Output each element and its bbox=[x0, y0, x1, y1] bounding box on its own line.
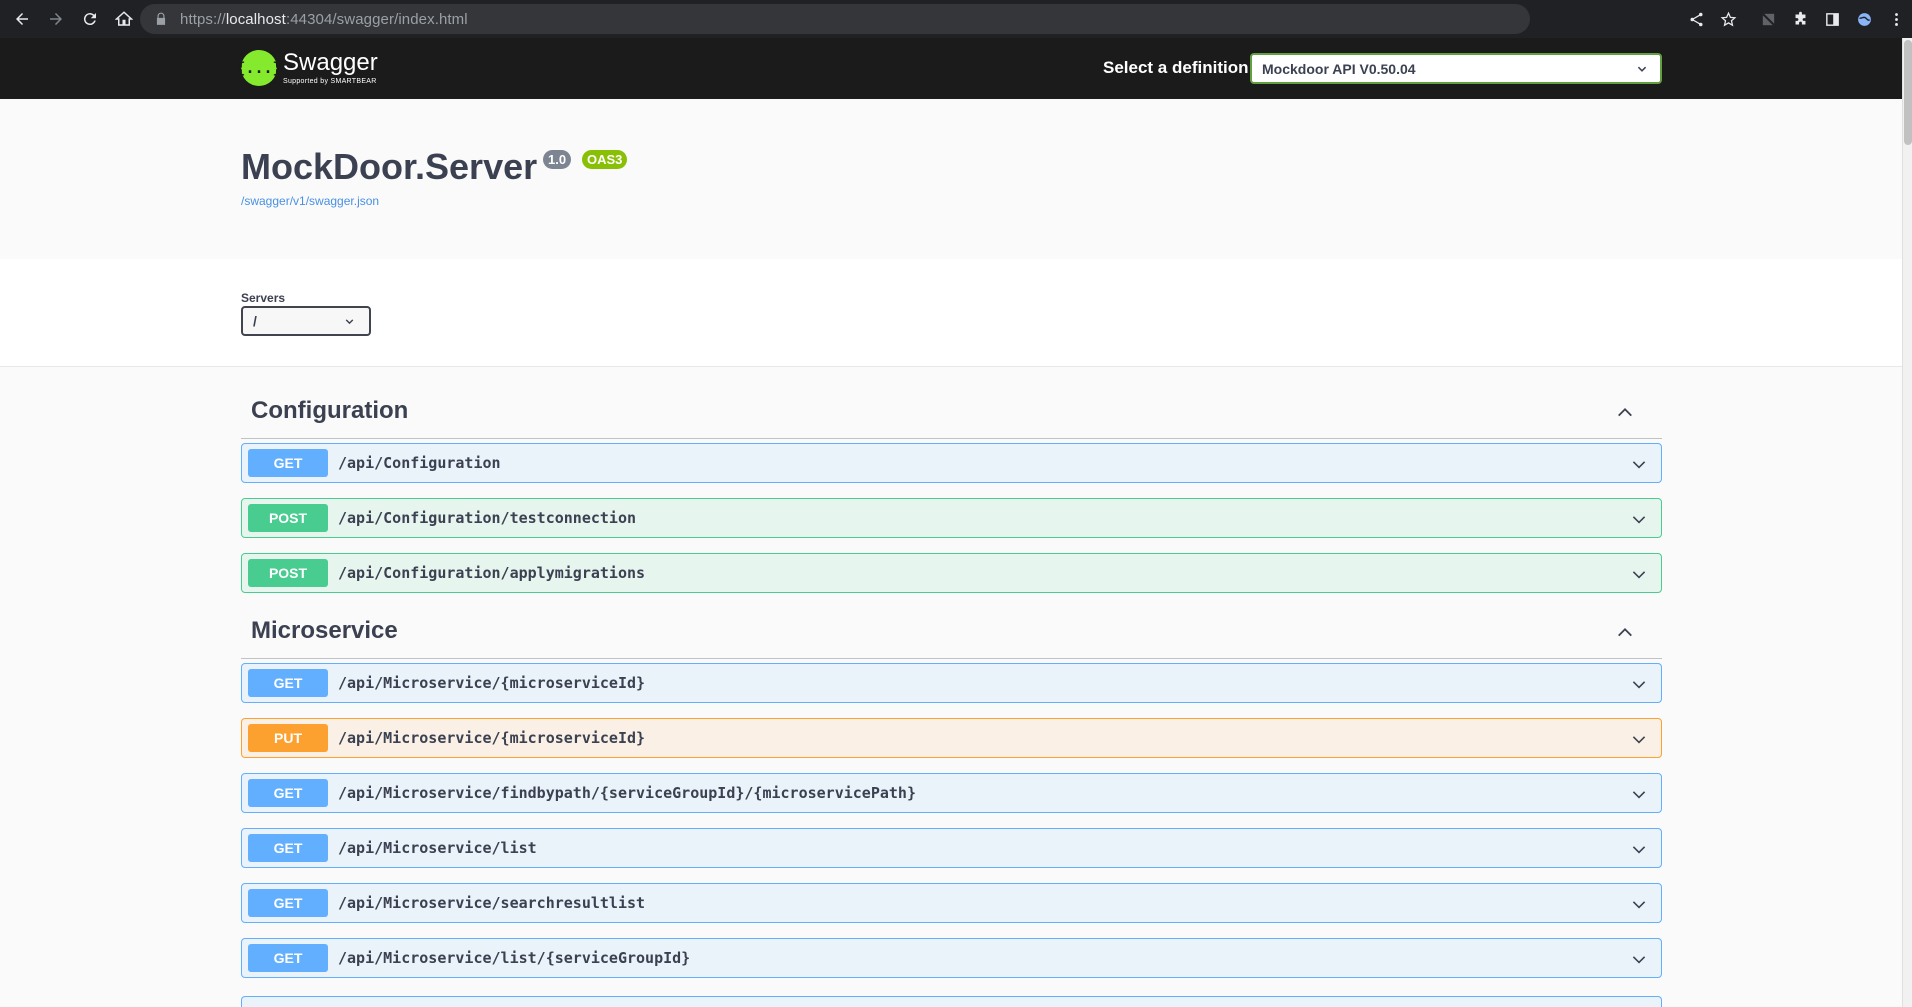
tag-name: Configuration bbox=[251, 397, 409, 424]
operation-path: /api/Microservice/list/{serviceGroupId} bbox=[338, 949, 691, 967]
browser-actions bbox=[1680, 0, 1912, 38]
servers-section: Servers / bbox=[0, 259, 1902, 367]
oas-badge: OAS3 bbox=[582, 150, 628, 169]
url-text: https://localhost:44304/swagger/index.ht… bbox=[180, 10, 468, 28]
profile-avatar-icon[interactable] bbox=[1848, 3, 1880, 35]
spec-link[interactable]: /swagger/v1/swagger.json bbox=[241, 194, 379, 208]
share-icon[interactable] bbox=[1680, 3, 1712, 35]
lock-icon[interactable] bbox=[154, 12, 168, 26]
method-badge: POST bbox=[248, 559, 328, 587]
logo-name: Swagger bbox=[283, 48, 378, 76]
chevron-down-icon[interactable] bbox=[1631, 787, 1647, 803]
operation-post-applymigrations[interactable]: POST /api/Configuration/applymigrations bbox=[241, 553, 1662, 593]
operation-partial[interactable] bbox=[241, 996, 1662, 1007]
method-badge: GET bbox=[248, 834, 328, 862]
address-bar[interactable]: https://localhost:44304/swagger/index.ht… bbox=[140, 4, 1530, 34]
chevron-down-icon[interactable] bbox=[1631, 952, 1647, 968]
operation-put-microservice[interactable]: PUT /api/Microservice/{microserviceId} bbox=[241, 718, 1662, 758]
chevron-up-icon[interactable] bbox=[1616, 403, 1634, 421]
method-badge: POST bbox=[248, 504, 328, 532]
reload-icon[interactable] bbox=[74, 3, 106, 35]
api-title: MockDoor.Server bbox=[241, 146, 538, 187]
home-icon[interactable] bbox=[108, 3, 140, 35]
method-badge: GET bbox=[248, 449, 328, 477]
back-icon[interactable] bbox=[6, 3, 38, 35]
tag-name: Microservice bbox=[251, 617, 398, 644]
operation-path: /api/Microservice/findbypath/{serviceGro… bbox=[338, 784, 916, 802]
servers-label: Servers bbox=[241, 291, 286, 305]
servers-select[interactable]: / bbox=[241, 306, 371, 336]
version-badge: 1.0 bbox=[543, 150, 572, 169]
chevron-down-icon[interactable] bbox=[1631, 842, 1647, 858]
tag-microservice[interactable]: Microservice bbox=[241, 603, 1662, 659]
swagger-logo-icon: {...} bbox=[236, 50, 282, 86]
operation-path: /api/Microservice/{microserviceId} bbox=[338, 674, 646, 692]
page-scrollbar[interactable] bbox=[1902, 38, 1912, 1007]
operation-path: /api/Configuration/testconnection bbox=[338, 509, 637, 527]
chevron-down-icon[interactable] bbox=[1631, 457, 1647, 473]
operation-get-configuration[interactable]: GET /api/Configuration bbox=[241, 443, 1662, 483]
method-badge: GET bbox=[248, 669, 328, 697]
browser-toolbar: https://localhost:44304/swagger/index.ht… bbox=[0, 0, 1912, 38]
scrollbar-thumb[interactable] bbox=[1904, 40, 1912, 145]
operation-get-list-servicegroup[interactable]: GET /api/Microservice/list/{serviceGroup… bbox=[241, 938, 1662, 978]
menu-kebab-icon[interactable] bbox=[1880, 3, 1912, 35]
bookmark-star-icon[interactable] bbox=[1712, 3, 1744, 35]
operation-get-microservice[interactable]: GET /api/Microservice/{microserviceId} bbox=[241, 663, 1662, 703]
chevron-down-icon[interactable] bbox=[1631, 732, 1647, 748]
definition-label: Select a definition bbox=[1103, 58, 1249, 77]
swagger-logo[interactable]: {...} Swagger Supported by SMARTBEAR bbox=[236, 48, 378, 86]
forward-icon[interactable] bbox=[40, 3, 72, 35]
operation-path: /api/Microservice/list bbox=[338, 839, 537, 857]
chevron-down-icon[interactable] bbox=[1631, 512, 1647, 528]
side-panel-icon[interactable] bbox=[1816, 3, 1848, 35]
chevron-down-icon[interactable] bbox=[1631, 677, 1647, 693]
puzzle-icon[interactable] bbox=[1784, 3, 1816, 35]
chevron-up-icon[interactable] bbox=[1616, 623, 1634, 641]
method-badge: GET bbox=[248, 889, 328, 917]
tag-configuration[interactable]: Configuration bbox=[241, 383, 1662, 439]
method-badge: GET bbox=[248, 779, 328, 807]
method-badge: GET bbox=[248, 944, 328, 972]
operation-get-findbypath[interactable]: GET /api/Microservice/findbypath/{servic… bbox=[241, 773, 1662, 813]
operation-get-searchresultlist[interactable]: GET /api/Microservice/searchresultlist bbox=[241, 883, 1662, 923]
logo-sub: Supported by SMARTBEAR bbox=[283, 77, 377, 85]
method-badge: PUT bbox=[248, 724, 328, 752]
chevron-down-icon[interactable] bbox=[1631, 897, 1647, 913]
extension-icon[interactable] bbox=[1752, 3, 1784, 35]
operation-get-list[interactable]: GET /api/Microservice/list bbox=[241, 828, 1662, 868]
operation-path: /api/Microservice/{microserviceId} bbox=[338, 729, 646, 747]
chevron-down-icon bbox=[345, 319, 354, 325]
definition-select[interactable]: Mockdoor API V0.50.04 bbox=[1250, 53, 1662, 84]
api-info: MockDoor.Server 1.0 OAS3 /swagger/v1/swa… bbox=[0, 99, 1902, 259]
operation-path: /api/Configuration bbox=[338, 454, 501, 472]
operation-path: /api/Configuration/applymigrations bbox=[338, 564, 646, 582]
swagger-topbar: {...} Swagger Supported by SMARTBEAR Sel… bbox=[0, 38, 1902, 99]
chevron-down-icon[interactable] bbox=[1631, 567, 1647, 583]
operation-post-testconnection[interactable]: POST /api/Configuration/testconnection bbox=[241, 498, 1662, 538]
chevron-down-icon bbox=[1637, 66, 1647, 72]
operation-path: /api/Microservice/searchresultlist bbox=[338, 894, 646, 912]
